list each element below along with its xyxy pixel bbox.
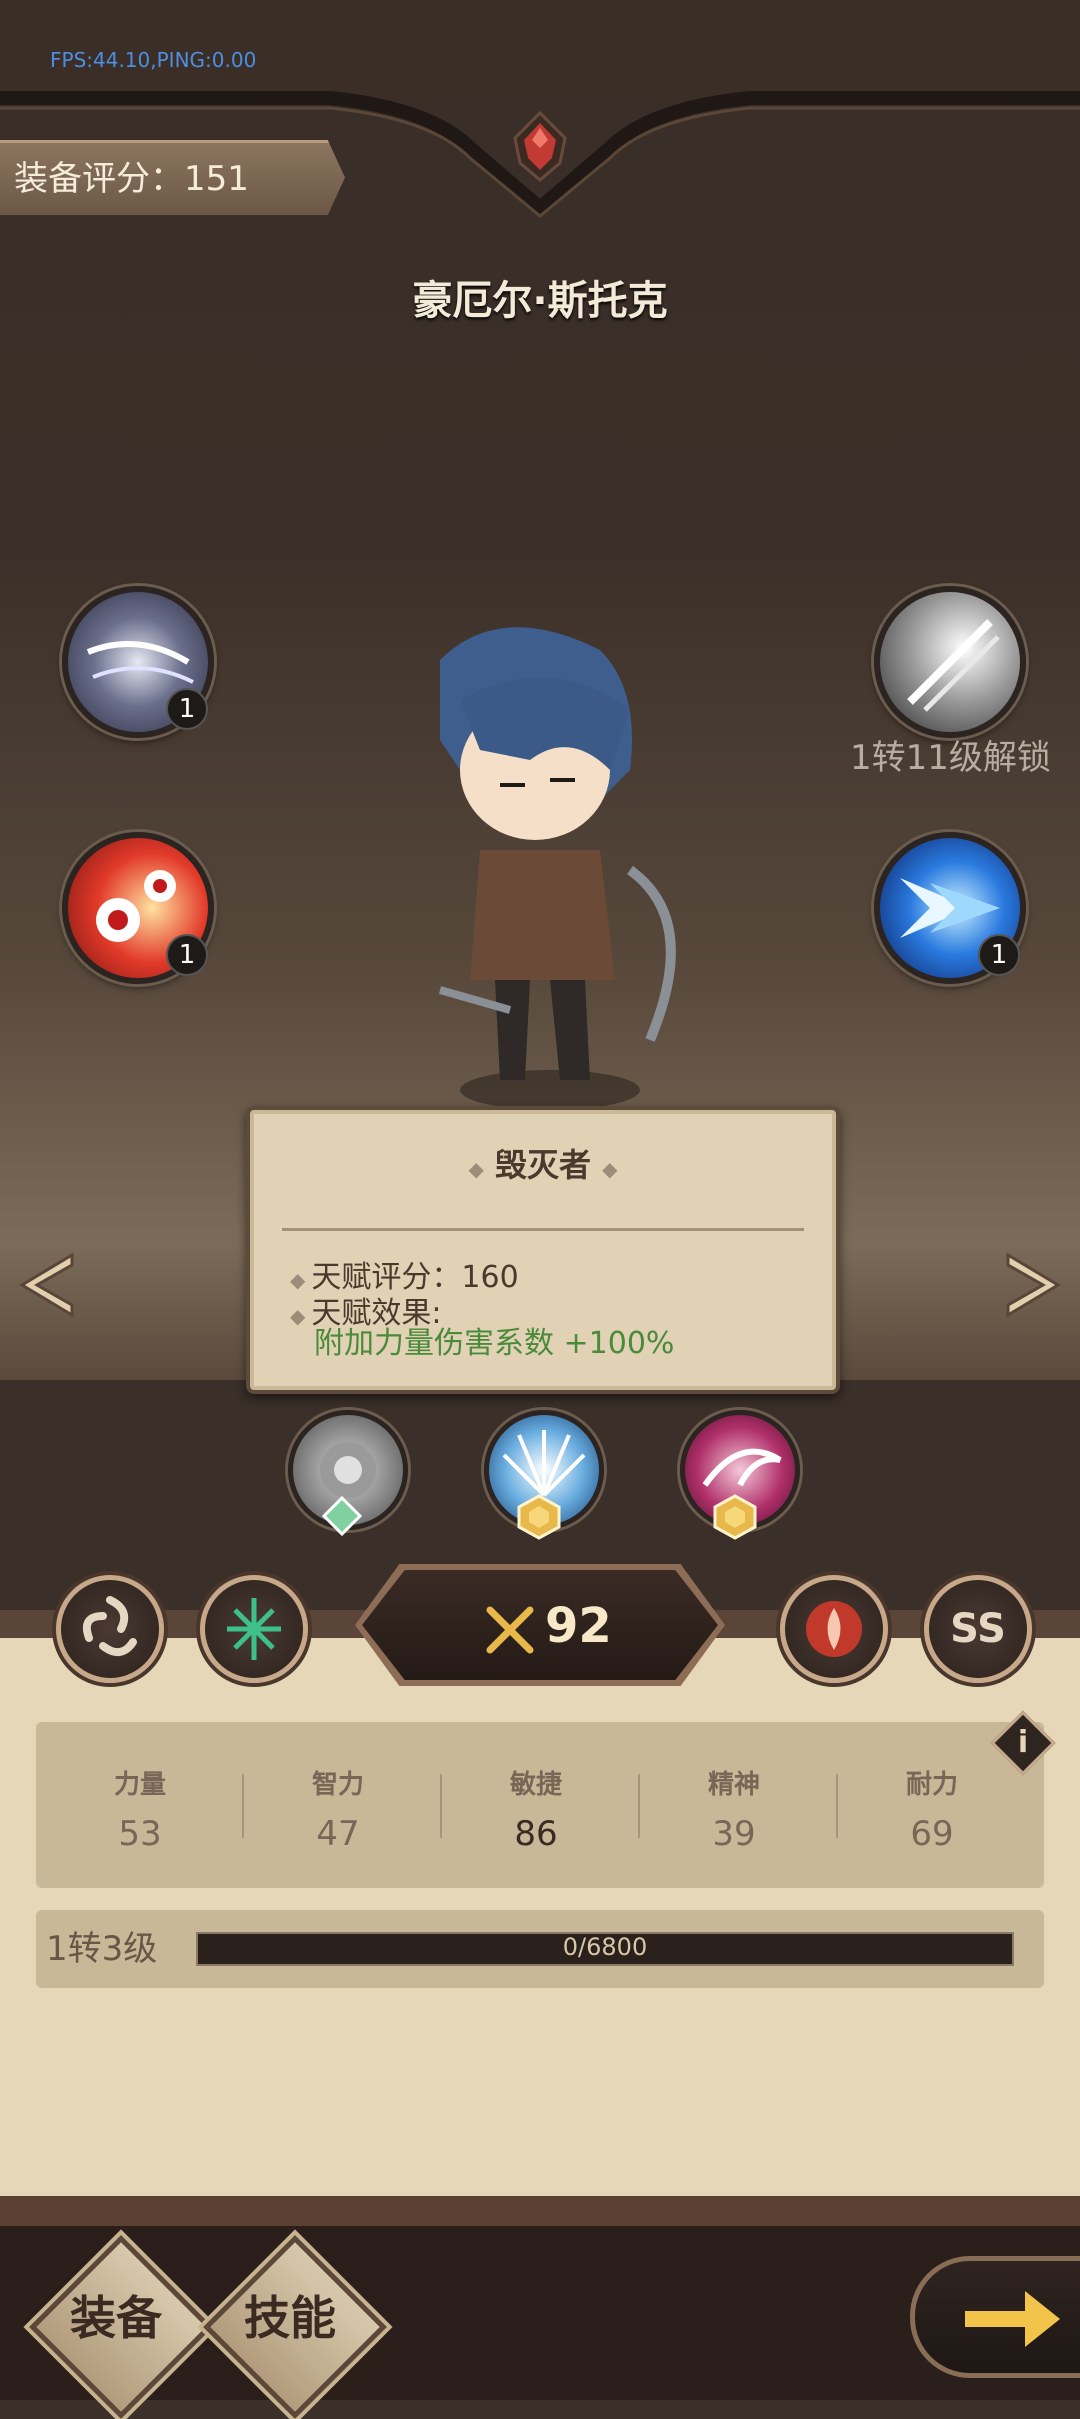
red-gem-icon [513,110,567,182]
talent-effect-text: 附加力量伤害系数 +100% [314,1326,675,1361]
skill-button-label[interactable]: 技能 [200,2282,380,2348]
claw-strike-icon [907,619,1000,712]
stat-label: 敏捷 [509,1770,562,1800]
return-arrow-icon [965,2291,1060,2347]
combat-power-box [362,1570,718,1680]
level-box: 1转3级 0/6800 [36,1910,1044,1988]
stat-value: 69 [910,1814,954,1854]
stat-label: 智力 [311,1770,364,1800]
tri-spiral-icon [82,1596,137,1656]
skill-level-badge: 1 [166,688,208,730]
equipment-score-text: 装备评分：151 [14,159,249,199]
skill-unlock-requirement: 1转11级解锁 [850,738,1051,778]
stat-intelligence: 智力 47 [239,1722,437,1888]
stat-value: 39 [712,1814,756,1854]
info-i-glyph: i [1017,1725,1029,1760]
talent-title: ◆ 毁灭者 ◆ [468,1146,618,1184]
crossed-swords-icon [486,1606,534,1654]
bow-arrow-icon [227,1598,281,1660]
xp-text: 0/6800 [562,1933,648,1961]
talent-info-card: ◆ 毁灭者 ◆ ◆ 天赋评分：160 ◆ 天赋效果: 附加力量伤害系数 +100% [246,1106,840,1394]
panel-bottom-border [0,2196,1080,2226]
stat-label: 耐力 [905,1770,958,1800]
attribute-stats-box: 力量 53 智力 47 敏捷 86 精神 39 耐力 69 [36,1722,1044,1888]
gold-hexagon-gem-icon [517,1494,561,1540]
combat-power-value: 92 [545,1598,612,1654]
gold-hexagon-gem-icon [713,1494,757,1540]
flame-emblem-icon [806,1601,862,1657]
level-label: 1转3级 [46,1929,158,1969]
stat-value: 86 [514,1814,558,1854]
stat-strength: 力量 53 [41,1722,239,1888]
rank-badge[interactable]: SS [924,1575,1032,1683]
skill-level-badge: 1 [166,934,208,976]
stat-agility: 敏捷 86 [437,1722,635,1888]
previous-hero-arrow-icon[interactable] [12,1250,82,1320]
stat-spirit: 精神 39 [635,1722,833,1888]
fps-readout: FPS:44.10,PING:0.00 [50,48,257,72]
green-gem-icon [322,1496,362,1536]
skill-slot-right-top-locked[interactable] [874,586,1026,738]
class-tab-flame[interactable] [780,1575,888,1683]
class-tab-tri-blade[interactable] [56,1575,164,1683]
hero-name: 豪厄尔·斯托克 [412,278,668,324]
stat-value: 47 [316,1814,360,1854]
rank-text: SS [950,1606,1006,1652]
stat-label: 精神 [707,1770,760,1800]
skill-level-badge: 1 [978,934,1020,976]
stat-label: 力量 [113,1770,166,1800]
stat-value: 53 [118,1814,162,1854]
talent-title-text: 毁灭者 [494,1146,591,1184]
class-tab-archer[interactable] [200,1575,308,1683]
equipment-score-banner: 装备评分：151 [0,140,345,215]
back-button[interactable] [910,2256,1080,2378]
hero-character-portrait [438,627,676,1110]
equip-button-label[interactable]: 装备 [26,2282,206,2348]
talent-divider [282,1228,804,1231]
next-hero-arrow-icon[interactable] [998,1250,1068,1320]
xp-progress-bar: 0/6800 [198,1933,1012,1964]
